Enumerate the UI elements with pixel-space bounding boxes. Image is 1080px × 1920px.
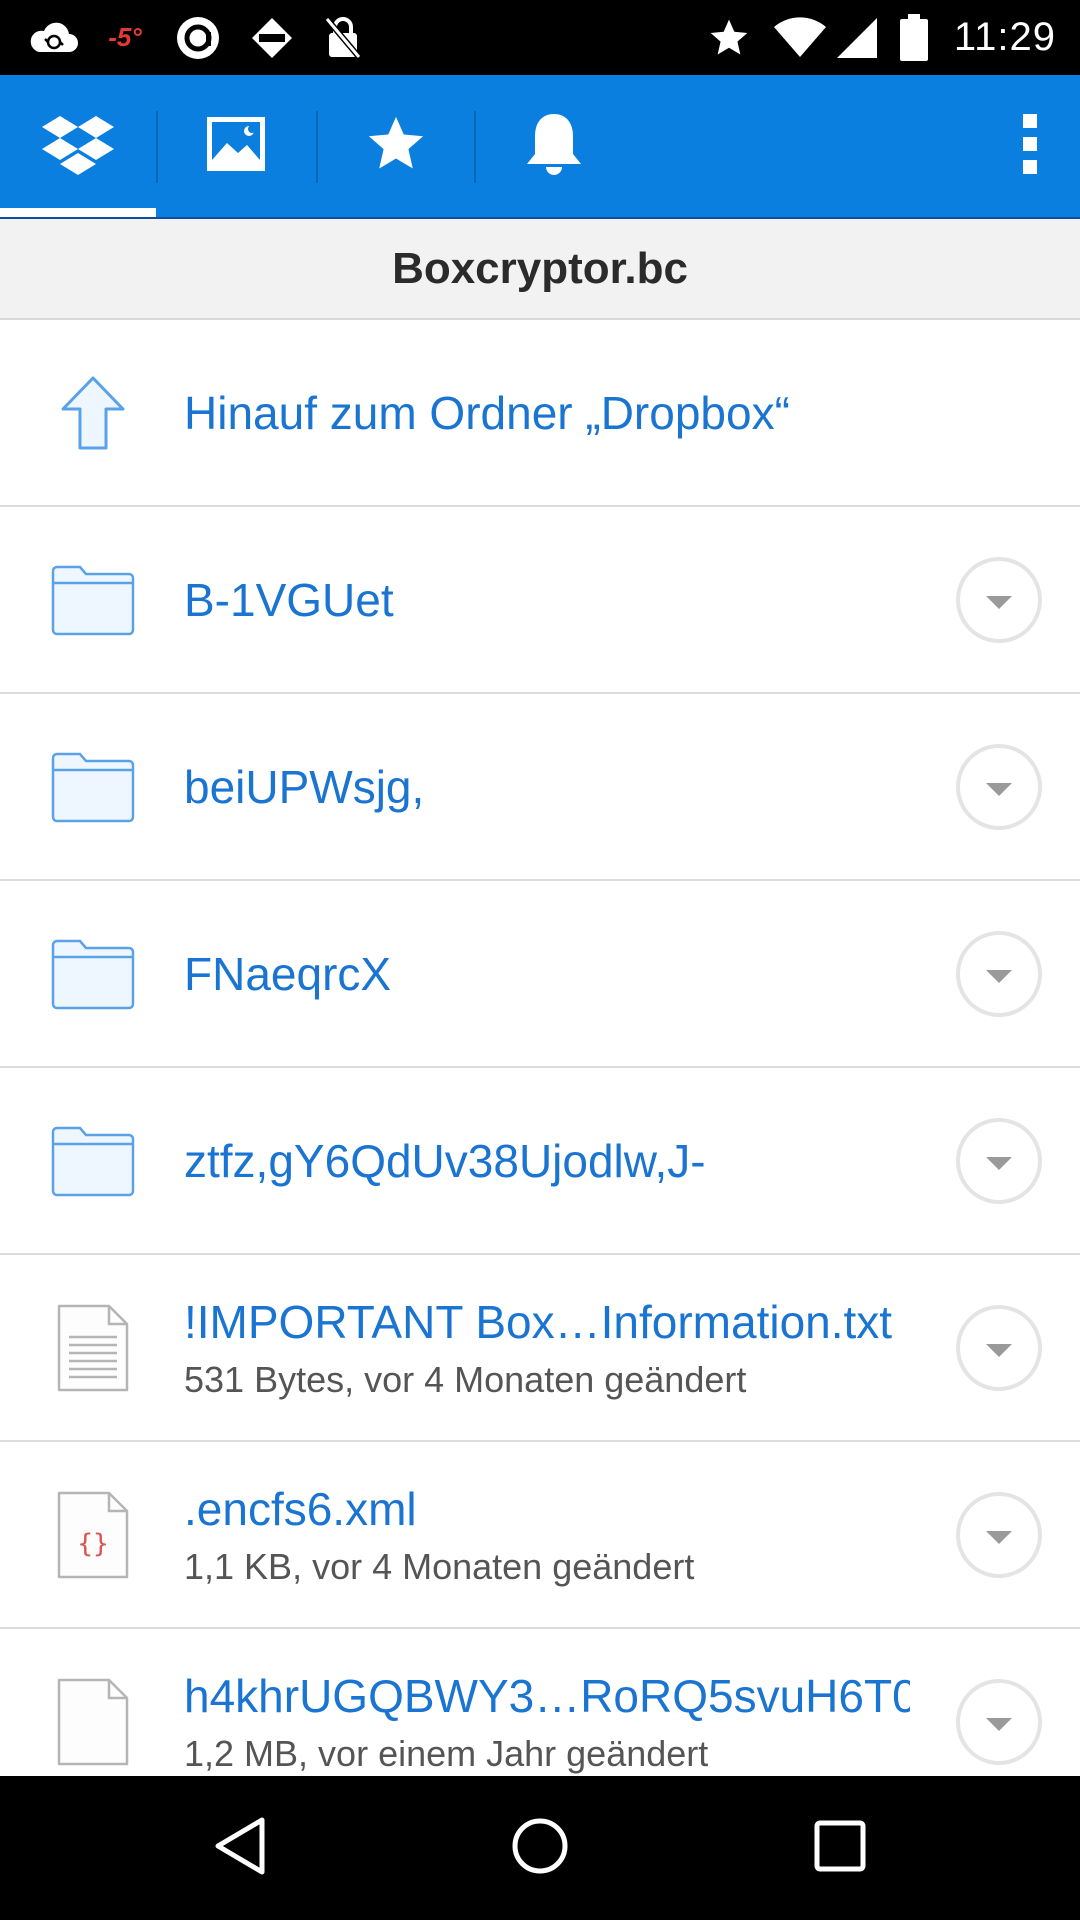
list-item[interactable]: beiUPWsjg, — [0, 694, 1080, 881]
folder-icon — [40, 881, 146, 1066]
page-title: Boxcryptor.bc — [392, 243, 688, 293]
code-file-icon: {} — [40, 1442, 146, 1627]
list-item[interactable]: FNaeqrcX — [0, 881, 1080, 1068]
back-button[interactable] — [160, 1776, 320, 1920]
svg-text:{}: {} — [77, 1529, 108, 1559]
at-sign-icon — [170, 0, 226, 75]
temperature-badge: -5° — [108, 22, 142, 52]
chevron-down-icon — [986, 969, 1012, 983]
tab-photos[interactable] — [158, 75, 314, 218]
up-folder-item[interactable]: Hinauf zum Ordner „Dropbox“ — [0, 320, 1080, 507]
folder-icon — [40, 694, 146, 879]
more-vert-icon — [1021, 112, 1039, 181]
home-button[interactable] — [460, 1776, 620, 1920]
list-item[interactable]: !IMPORTANT Box…Information.txt 531 Bytes… — [0, 1255, 1080, 1442]
file-name: .encfs6.xml — [184, 1482, 417, 1535]
recents-button[interactable] — [760, 1776, 920, 1920]
folder-name: ztfz,gY6QdUv38Ujodlw,J- — [184, 1134, 706, 1187]
folder-name: FNaeqrcX — [184, 947, 392, 1000]
item-menu-button[interactable] — [956, 1492, 1042, 1578]
navigation-bar — [0, 1776, 1080, 1920]
file-meta: 1,1 KB, vor 4 Monaten geändert — [184, 1545, 695, 1587]
chevron-down-icon — [986, 1156, 1012, 1170]
list-item[interactable]: {} .encfs6.xml 1,1 KB, vor 4 Monaten geä… — [0, 1442, 1080, 1629]
chevron-down-icon — [986, 1530, 1012, 1544]
item-menu-button[interactable] — [956, 931, 1042, 1017]
star-icon — [704, 0, 754, 75]
file-name: h4khrUGQBWY3…RoRQ5svuH6T0 — [184, 1669, 910, 1722]
folder-icon — [40, 507, 146, 692]
tab-notifications[interactable] — [476, 75, 632, 218]
folder-name: B-1VGUet — [184, 573, 394, 626]
dropbox-icon — [42, 112, 114, 181]
file-name: !IMPORTANT Box…Information.txt — [184, 1295, 893, 1348]
cloud-sync-icon — [24, 0, 82, 75]
file-list[interactable]: Hinauf zum Ordner „Dropbox“ B-1VGUet bei… — [0, 320, 1080, 1776]
file-meta: 531 Bytes, vor 4 Monaten geändert — [184, 1358, 747, 1400]
clock: 11:29 — [953, 15, 1056, 59]
chevron-down-icon — [986, 595, 1012, 609]
photo-icon — [205, 115, 267, 178]
item-menu-button[interactable] — [956, 557, 1042, 643]
folder-name: beiUPWsjg, — [184, 760, 425, 813]
chevron-down-icon — [986, 1343, 1012, 1357]
home-icon — [510, 1816, 570, 1881]
list-item[interactable]: h4khrUGQBWY3…RoRQ5svuH6T0 1,2 MB, vor ei… — [0, 1629, 1080, 1776]
star-icon — [364, 113, 428, 180]
lock-off-icon — [318, 0, 368, 75]
wifi-icon — [770, 0, 830, 75]
bell-icon — [523, 110, 585, 183]
list-item[interactable]: B-1VGUet — [0, 507, 1080, 694]
folder-path-header: Boxcryptor.bc — [0, 219, 1080, 320]
file-meta: 1,2 MB, vor einem Jahr geändert — [184, 1732, 709, 1774]
blank-file-icon — [40, 1629, 146, 1776]
battery-icon — [894, 0, 934, 75]
up-folder-label: Hinauf zum Ordner „Dropbox“ — [184, 386, 790, 439]
status-bar: -5° 11:29 — [0, 0, 1080, 75]
text-file-icon — [40, 1255, 146, 1440]
folder-icon — [40, 1068, 146, 1253]
cell-signal-icon — [832, 0, 882, 75]
app-badge-icon — [244, 0, 300, 75]
item-menu-button[interactable] — [956, 1679, 1042, 1765]
item-menu-button[interactable] — [956, 744, 1042, 830]
arrow-up-icon — [40, 320, 146, 505]
back-icon — [212, 1815, 268, 1882]
app-bar — [0, 75, 1080, 218]
tab-files[interactable] — [0, 75, 156, 218]
list-item[interactable]: ztfz,gY6QdUv38Ujodlw,J- — [0, 1068, 1080, 1255]
chevron-down-icon — [986, 782, 1012, 796]
recents-icon — [813, 1819, 867, 1878]
chevron-down-icon — [986, 1717, 1012, 1731]
overflow-menu-button[interactable] — [980, 75, 1080, 218]
tab-favorites[interactable] — [318, 75, 474, 218]
item-menu-button[interactable] — [956, 1305, 1042, 1391]
item-menu-button[interactable] — [956, 1118, 1042, 1204]
